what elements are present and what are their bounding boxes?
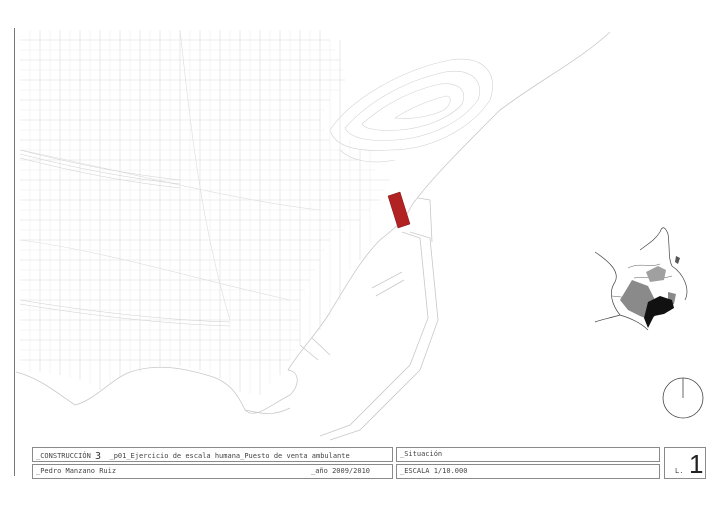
sheet-number-box: L. 1 <box>664 447 706 479</box>
scale-cell: _ESCALA 1/10.000 <box>396 464 660 479</box>
subject-prefix: _CONSTRUCCIÓN <box>36 452 91 460</box>
author-name: _Pedro Manzano Ruiz <box>36 467 117 475</box>
subject-number: 3 <box>95 451 102 462</box>
sheet-prefix: L. <box>675 467 684 475</box>
keymap-district-grey-north <box>646 266 666 282</box>
north-arrow-icon <box>662 377 704 419</box>
location-keymap: MALAGA <box>594 227 688 331</box>
sheet-title-cell: _Situación <box>396 447 660 462</box>
keymap-label: MALAGA <box>663 313 673 317</box>
academic-year: _año 2009/2010 <box>311 467 371 475</box>
coastline <box>15 31 611 441</box>
site-highlight <box>387 191 411 229</box>
street-grid <box>19 29 390 395</box>
street-grid-fine <box>20 30 385 394</box>
drawing-sheet: MALAGA _CONSTRUCCIÓN 3 _p01_Ejercicio de… <box>0 0 720 509</box>
sheet-title: _Situación <box>400 450 443 458</box>
hill-contours <box>329 58 493 163</box>
sheet-number: 1 <box>689 449 704 479</box>
title-subject-cell: _CONSTRUCCIÓN 3 _p01_Ejercicio de escala… <box>32 447 393 462</box>
author-cell: _Pedro Manzano Ruiz _año 2009/2010 <box>32 464 393 479</box>
exercise-title: _p01_Ejercicio de escala humana_Puesto d… <box>109 452 350 460</box>
city-map: MALAGA <box>15 29 704 441</box>
scale-text: _ESCALA 1/10.000 <box>400 467 468 475</box>
